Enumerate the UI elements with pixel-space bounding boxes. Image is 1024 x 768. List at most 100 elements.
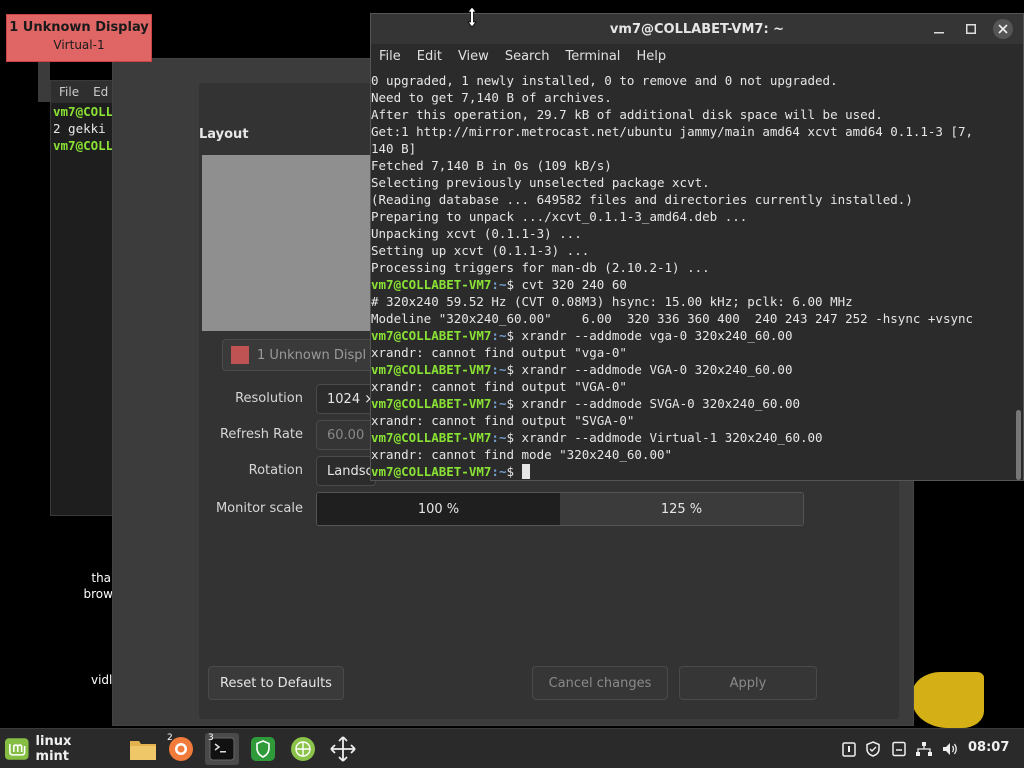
menu-edit[interactable]: Ed <box>93 85 108 99</box>
prompt-symbol: $ <box>506 328 522 343</box>
move-arrows-icon <box>330 736 356 762</box>
tooltip-output-name: Virtual-1 <box>53 38 105 52</box>
resolution-label: Resolution <box>235 391 303 406</box>
terminal-output-line: Selecting previously unselected package … <box>371 175 710 190</box>
monitor-color-swatch <box>231 346 249 364</box>
monitor-selector[interactable]: 1 Unknown Displ <box>222 339 382 371</box>
prompt-symbol: $ <box>506 362 522 377</box>
terminal-output-line: Unpacking xcvt (0.1.1-3) ... <box>371 226 582 241</box>
monitor-selector-label: 1 Unknown Displ <box>257 347 367 363</box>
prompt-user: vm7@COLLABET-VM7 <box>371 396 492 411</box>
menu-help[interactable]: Help <box>634 49 674 64</box>
terminal-output-line: xrandr: cannot find output "SVGA-0" <box>371 413 635 428</box>
prompt-symbol: $ <box>506 430 522 445</box>
resize-cursor-icon <box>467 6 477 28</box>
display-identify-tooltip: 1 Unknown Display Virtual-1 <box>6 14 152 62</box>
menu-terminal[interactable]: Terminal <box>563 49 628 64</box>
mint-logo-icon <box>4 738 29 760</box>
rotation-dropdown[interactable]: Landsc <box>316 456 376 486</box>
terminal-command-line: vm7@COLLABET-VM7:~$ cvt 320 240 60 <box>371 276 1011 293</box>
volume-icon <box>943 743 957 755</box>
prompt-user: vm7@COLLABET-VM7 <box>371 277 492 292</box>
taskbar-terminal[interactable]: 3 <box>205 733 239 765</box>
window-count-badge: 3 <box>208 733 214 743</box>
terminal-command-line: vm7@COLLABET-VM7:~$ xrandr --addmode Vir… <box>371 429 1011 446</box>
rotation-label: Rotation <box>248 463 303 478</box>
scale-100-button[interactable]: 100 % <box>317 493 560 525</box>
start-menu-label: linux mint <box>35 734 72 764</box>
tray-notes[interactable] <box>840 739 858 759</box>
terminal-output-line: Setting up xcvt (0.1.1-3) ... <box>371 243 590 258</box>
terminal-output-line: Preparing to unpack .../xcvt_0.1.1-3_amd… <box>371 209 748 224</box>
prompt-path: :~ <box>491 464 507 479</box>
monitor-scale-toggle: 100 % 125 % <box>316 492 804 526</box>
cancel-changes-button[interactable]: Cancel changes <box>532 666 668 700</box>
resolution-dropdown[interactable]: 1024 × <box>316 384 376 414</box>
terminal-output-line: xrandr: cannot find mode "320x240_60.00" <box>371 447 673 462</box>
terminal-text: 0 upgraded, 1 newly installed, 0 to remo… <box>371 72 1011 480</box>
command-text: xrandr --addmode VGA-0 320x240_60.00 <box>521 362 793 377</box>
terminal-output-line: # 320x240 59.52 Hz (CVT 0.08M3) hsync: 1… <box>371 294 853 309</box>
command-text: xrandr --addmode SVGA-0 320x240_60.00 <box>521 396 800 411</box>
terminal-output[interactable]: 0 upgraded, 1 newly installed, 0 to remo… <box>371 72 1011 480</box>
prompt-user: vm7@COLLABET-VM7 <box>371 430 492 445</box>
terminal-output-line: 140 B] <box>371 141 417 156</box>
refresh-rate-dropdown[interactable]: 60.00 <box>316 420 376 450</box>
taskbar-security[interactable] <box>246 733 280 765</box>
prompt-user: vm7@COLLABET-VM7 <box>371 362 492 377</box>
tray-security[interactable] <box>864 739 882 759</box>
taskbar-clock[interactable]: 08:07 <box>968 740 1009 755</box>
terminal-output-line: Need to get 7,140 B of archives. <box>371 90 612 105</box>
command-text: xrandr --addmode vga-0 320x240_60.00 <box>521 328 793 343</box>
refresh-rate-label: Refresh Rate <box>219 427 303 442</box>
taskbar-network[interactable] <box>286 733 320 765</box>
prompt-user: vm7@COLLABET-VM7 <box>371 328 492 343</box>
terminal-output-line: Modeline "320x240_60.00" 6.00 320 336 36… <box>371 311 974 326</box>
taskbar: linux mint 2 3 08:07 <box>0 728 1024 768</box>
maximize-icon[interactable] <box>961 19 981 39</box>
shield-icon <box>251 737 275 761</box>
menu-search[interactable]: Search <box>503 49 558 64</box>
terminal-output-line: Get:1 http://mirror.metrocast.net/ubuntu… <box>371 124 974 139</box>
wallpaper-shape <box>912 672 984 728</box>
taskbar-files[interactable] <box>126 733 160 765</box>
tooltip-display-name: 1 Unknown Display <box>9 20 149 35</box>
terminal-output-line: xrandr: cannot find output "vga-0" <box>371 345 627 360</box>
apply-button[interactable]: Apply <box>679 666 817 700</box>
terminal-output-line: xrandr: cannot find output "VGA-0" <box>371 379 627 394</box>
network-icon <box>916 742 932 756</box>
scale-125-button[interactable]: 125 % <box>560 493 803 525</box>
prompt-path: :~ <box>491 430 507 445</box>
prompt-path: :~ <box>491 328 507 343</box>
terminal-title: vm7@COLLABET-VM7: ~ <box>609 21 785 37</box>
menu-file[interactable]: File <box>59 85 79 99</box>
terminal-output-line: Fetched 7,140 B in 0s (109 kB/s) <box>371 158 612 173</box>
terminal-command-line: vm7@COLLABET-VM7:~$ <box>371 463 1011 480</box>
background-window-edge <box>38 62 50 102</box>
monitor-layout-preview[interactable] <box>202 155 382 331</box>
reset-defaults-button[interactable]: Reset to Defaults <box>208 666 344 700</box>
prompt-path: :~ <box>491 362 507 377</box>
terminal-scrollbar[interactable] <box>1016 410 1021 480</box>
tray-network[interactable] <box>914 739 934 759</box>
close-icon[interactable] <box>993 19 1013 39</box>
taskbar-firefox[interactable]: 2 <box>164 733 198 765</box>
terminal-command-line: vm7@COLLABET-VM7:~$ xrandr --addmode vga… <box>371 327 1011 344</box>
prompt-user: vm7@COLLABET-VM7 <box>371 464 492 479</box>
tray-volume[interactable] <box>940 739 960 759</box>
terminal-window[interactable]: vm7@COLLABET-VM7: ~ File Edit View Searc… <box>370 13 1024 481</box>
taskbar-move-tool[interactable] <box>326 733 360 765</box>
tray-updates[interactable] <box>890 739 908 759</box>
menu-file[interactable]: File <box>377 49 409 64</box>
clipboard-icon <box>842 742 856 757</box>
terminal-menubar: File Edit View Search Terminal Help <box>371 44 1023 68</box>
prompt-path: :~ <box>491 396 507 411</box>
folder-icon <box>130 741 156 760</box>
window-controls <box>929 19 1013 39</box>
start-menu-button[interactable]: linux mint <box>4 733 108 765</box>
menu-view[interactable]: View <box>456 49 497 64</box>
command-text: cvt 320 240 60 <box>521 277 627 292</box>
terminal-command-line: vm7@COLLABET-VM7:~$ xrandr --addmode VGA… <box>371 361 1011 378</box>
minimize-icon[interactable] <box>929 19 949 39</box>
menu-edit[interactable]: Edit <box>415 49 450 64</box>
